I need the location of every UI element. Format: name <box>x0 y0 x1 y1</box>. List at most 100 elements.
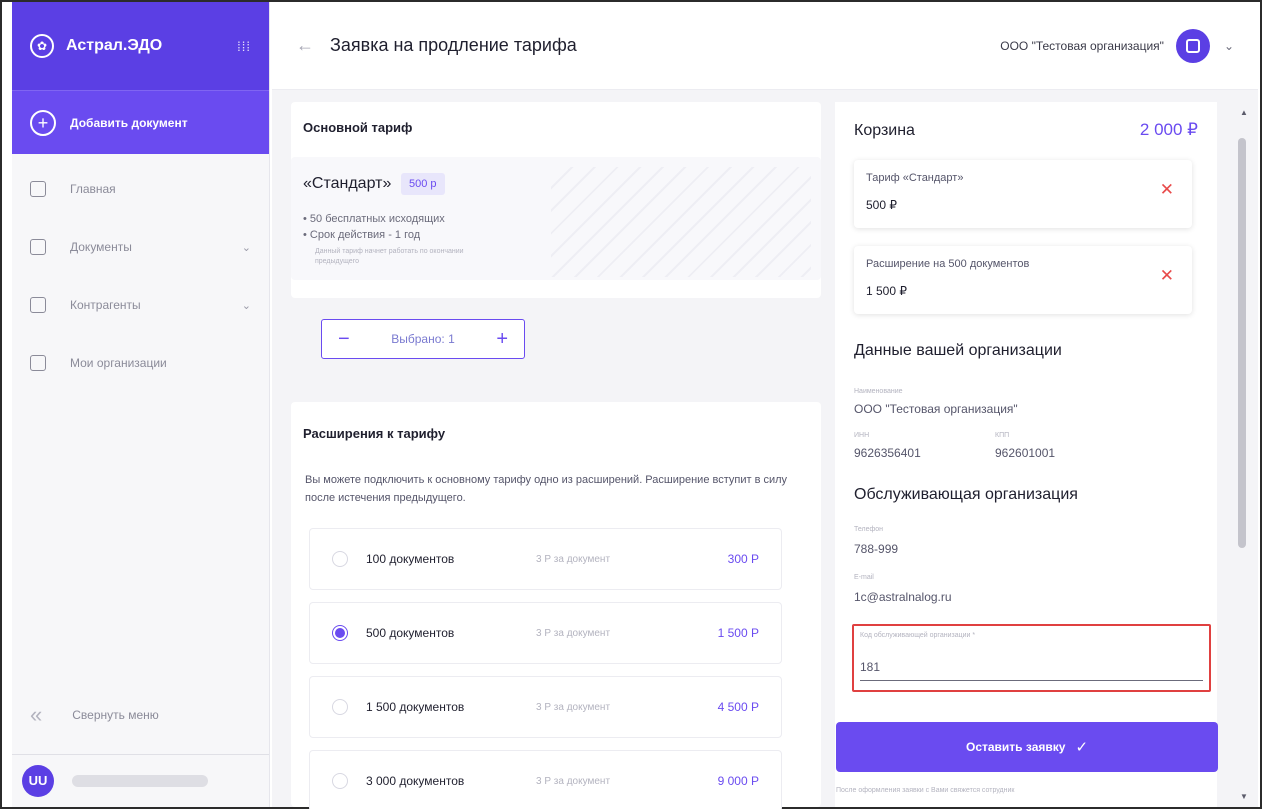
check-icon: ✓ <box>1075 739 1089 756</box>
scroll-down-icon[interactable]: ▼ <box>1240 792 1248 801</box>
sidebar: ✿ Астрал.ЭДО ⁞⁞⁞ + Добавить документ Гла… <box>12 2 270 807</box>
extension-option[interactable]: 3 000 документов 3 Р за документ 9 000 Р <box>309 750 782 809</box>
cart-title: Корзина <box>854 122 915 139</box>
option-price: 9 000 Р <box>717 774 759 788</box>
kpp-value: 962601001 <box>995 446 1056 460</box>
sidebar-item-label: Контрагенты <box>70 298 141 312</box>
org-switcher-name[interactable]: ООО "Тестовая организация" <box>1000 39 1164 53</box>
home-icon <box>30 181 46 197</box>
add-document-button[interactable]: + Добавить документ <box>12 90 269 154</box>
top-bar: ← Заявка на продление тарифа ООО "Тестов… <box>272 2 1258 90</box>
quantity-stepper[interactable]: − Выбрано: 1 + <box>321 319 525 359</box>
tariff-name: «Стандарт» <box>303 175 392 192</box>
service-org-title: Обслуживающая организация <box>854 486 1078 503</box>
scrollbar-thumb[interactable] <box>1238 138 1246 548</box>
minus-icon[interactable]: − <box>338 329 350 349</box>
field-label: Наименование <box>854 388 903 395</box>
section-title: Расширения к тарифу <box>303 426 446 441</box>
cart-item-name: Расширение на 500 документов <box>866 258 1030 270</box>
sidebar-item-documents[interactable]: Документы ⌄ <box>12 218 269 276</box>
feature-item: • 50 бесплатных исходящих <box>303 213 445 225</box>
field-label: Телефон <box>854 526 884 533</box>
building-icon <box>30 355 46 371</box>
scrollbar[interactable]: ▲ ▼ <box>1228 102 1258 807</box>
scroll-up-icon[interactable]: ▲ <box>1240 108 1248 117</box>
extension-option[interactable]: 500 документов 3 Р за документ 1 500 Р <box>309 602 782 664</box>
collapse-menu-button[interactable]: « Свернуть меню <box>30 702 159 728</box>
sidebar-item-organizations[interactable]: Мои организации <box>12 334 269 392</box>
stepper-label: Выбрано: 1 <box>391 332 455 346</box>
field-label: КПП <box>995 432 1010 439</box>
chevron-down-icon: ⌄ <box>241 241 251 254</box>
plus-circle-icon: + <box>30 109 56 136</box>
section-title: Основной тариф <box>303 120 413 135</box>
cart-item-price: 1 500 ₽ <box>866 284 907 298</box>
close-icon[interactable]: ✕ <box>1160 266 1174 286</box>
inn-value: 9626356401 <box>854 446 921 460</box>
close-icon[interactable]: ✕ <box>1160 180 1174 200</box>
grid-icon[interactable]: ⁞⁞⁞ <box>237 39 251 54</box>
brand-name: Астрал.ЭДО <box>66 37 163 54</box>
service-code-input[interactable]: 181 <box>860 660 880 674</box>
feature-item: • Срок действия - 1 год <box>303 229 421 241</box>
sidebar-item-label: Мои организации <box>70 356 167 370</box>
tariff-card: «Стандарт» 500 р • 50 бесплатных исходящ… <box>291 157 821 280</box>
base-tariff-panel: Основной тариф «Стандарт» 500 р • 50 бес… <box>291 102 821 298</box>
sidebar-item-label: Документы <box>70 240 132 254</box>
submit-footnote: После оформления заявки с Вами свяжется … <box>836 787 1015 794</box>
tariff-features: • 50 бесплатных исходящих • Срок действи… <box>303 211 445 243</box>
option-name: 1 500 документов <box>366 700 465 714</box>
chevron-down-icon[interactable]: ⌄ <box>1224 39 1234 53</box>
collapse-menu-label: Свернуть меню <box>72 708 159 722</box>
radio-button[interactable] <box>332 699 348 715</box>
sidebar-header: ✿ Астрал.ЭДО ⁞⁞⁞ <box>12 2 269 90</box>
org-data-title: Данные вашей организации <box>854 342 1062 359</box>
field-label: Код обслуживающей организации * <box>860 632 976 639</box>
back-arrow-icon[interactable]: ← <box>296 35 314 56</box>
field-label: E-mail <box>854 574 874 581</box>
avatar: UU <box>22 764 54 797</box>
submit-request-button[interactable]: Оставить заявку ✓ <box>836 722 1218 772</box>
org-avatar-icon[interactable] <box>1175 28 1210 63</box>
tariff-note: Данный тариф начнет работать по окончани… <box>315 248 464 265</box>
email-value: 1c@astralnalog.ru <box>854 590 952 604</box>
cart-item-price: 500 ₽ <box>866 198 897 212</box>
cart-panel: Корзина 2 000 ₽ Тариф «Стандарт» 500 ₽ ✕… <box>835 102 1218 807</box>
option-name: 100 документов <box>366 552 455 566</box>
mail-icon <box>30 239 46 255</box>
option-price: 1 500 Р <box>717 626 759 640</box>
page-title: Заявка на продление тарифа <box>330 35 577 55</box>
radio-button[interactable] <box>332 773 348 789</box>
user-name-redacted <box>72 774 208 787</box>
option-price: 300 Р <box>727 552 759 566</box>
cart-item: Тариф «Стандарт» 500 ₽ ✕ <box>854 160 1192 228</box>
org-name-value: ООО "Тестовая организация" <box>854 402 1018 416</box>
radio-button[interactable] <box>332 551 348 567</box>
radio-button-selected[interactable] <box>332 625 348 641</box>
astral-logo-icon: ✿ <box>30 34 54 58</box>
plus-icon[interactable]: + <box>496 329 508 349</box>
option-unit-price: 3 Р за документ <box>536 775 611 787</box>
field-label: ИНН <box>854 432 870 439</box>
sidebar-item-label: Главная <box>70 182 116 196</box>
add-document-label: Добавить документ <box>70 115 188 130</box>
tariff-watermark <box>551 167 811 277</box>
option-unit-price: 3 Р за документ <box>536 701 611 713</box>
extensions-description: Вы можете подключить к основному тарифу … <box>305 474 788 504</box>
extension-option[interactable]: 100 документов 3 Р за документ 300 Р <box>309 528 782 590</box>
extension-option[interactable]: 1 500 документов 3 Р за документ 4 500 Р <box>309 676 782 738</box>
option-unit-price: 3 Р за документ <box>536 553 611 565</box>
chevron-down-icon: ⌄ <box>241 299 251 312</box>
cart-item-name: Тариф «Стандарт» <box>866 172 964 184</box>
sidebar-item-contractors[interactable]: Контрагенты ⌄ <box>12 276 269 334</box>
sidebar-item-home[interactable]: Главная <box>12 160 269 218</box>
submit-label: Оставить заявку <box>965 740 1066 754</box>
input-underline <box>860 680 1203 681</box>
option-name: 3 000 документов <box>366 774 465 788</box>
user-block[interactable]: UU <box>12 754 269 806</box>
service-code-field[interactable]: Код обслуживающей организации * 181 <box>852 624 1211 692</box>
cart-total: 2 000 ₽ <box>1139 120 1198 139</box>
sidebar-nav: Главная Документы ⌄ Контрагенты ⌄ Мои ор… <box>12 154 269 392</box>
option-price: 4 500 Р <box>717 700 759 714</box>
double-chevron-left-icon: « <box>30 702 43 727</box>
